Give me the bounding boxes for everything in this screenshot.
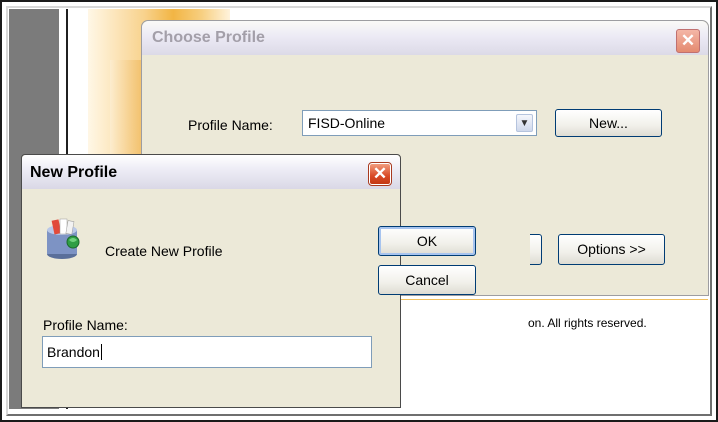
dialog-title: Choose Profile <box>152 29 265 46</box>
choose-profile-titlebar[interactable]: Choose Profile ✕ <box>142 21 708 55</box>
profile-server-icon <box>47 218 80 259</box>
profile-name-value: FISD-Online <box>308 115 386 131</box>
chevron-down-icon[interactable]: ▼ <box>516 114 533 132</box>
profile-name-label: Profile Name: <box>188 117 273 133</box>
copyright-area <box>401 296 708 376</box>
close-icon[interactable]: ✕ <box>676 29 700 53</box>
cancel-button[interactable]: Cancel <box>378 265 476 295</box>
profile-name-select[interactable]: FISD-Online ▼ <box>302 110 537 136</box>
new-profile-titlebar[interactable]: New Profile ✕ <box>22 155 400 189</box>
profile-name-input-value: Brandon <box>47 344 102 360</box>
profile-name-label: Profile Name: <box>43 317 128 333</box>
copyright-text: on. All rights reserved. <box>528 316 647 330</box>
text-caret <box>100 344 102 360</box>
hidden-button[interactable] <box>530 234 542 265</box>
profile-name-input[interactable]: Brandon <box>42 336 372 368</box>
close-icon[interactable]: ✕ <box>368 162 392 186</box>
dialog-title: New Profile <box>30 164 118 181</box>
new-profile-dialog: New Profile ✕ Create New Profile Profile… <box>21 154 401 408</box>
copyright-divider <box>401 299 708 300</box>
options-button[interactable]: Options >> <box>558 234 665 265</box>
ok-button[interactable]: OK <box>378 226 476 256</box>
create-new-profile-label: Create New Profile <box>105 243 223 259</box>
new-button[interactable]: New... <box>555 109 662 137</box>
